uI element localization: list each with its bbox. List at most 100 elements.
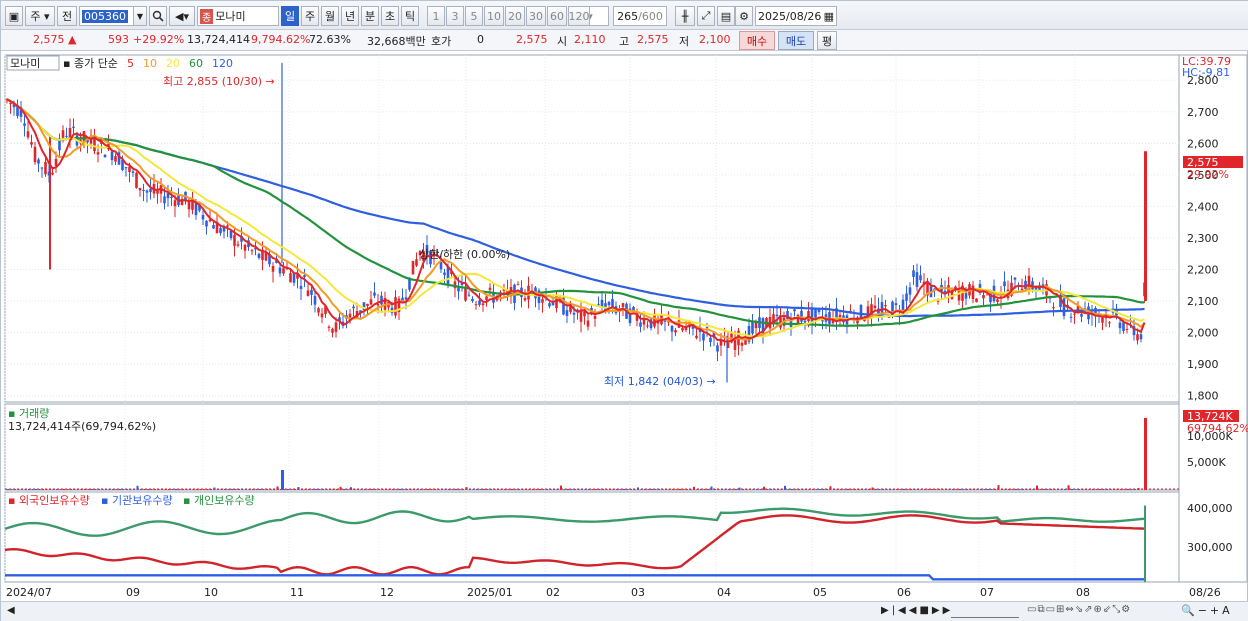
candle-body (912, 270, 915, 277)
y-tick-label: 2,300 (1187, 232, 1219, 245)
candle-body (478, 300, 481, 305)
volume-bar (791, 489, 793, 490)
candle-body (1108, 322, 1111, 324)
x-tick-label: 05 (813, 586, 827, 599)
candle-icon[interactable]: ╫ (675, 6, 695, 26)
candle-body (373, 292, 376, 296)
avg-button[interactable]: 평 (817, 31, 837, 50)
volume-bar (511, 489, 513, 490)
scroll-left-icon[interactable]: ◀ (7, 605, 15, 616)
y-tick-label: 2,100 (1187, 295, 1219, 308)
tab-2[interactable]: 월 (321, 6, 339, 26)
candle-body (1118, 322, 1122, 329)
date-field[interactable]: 2025/08/26 ▦ (755, 6, 837, 26)
candle-body (250, 250, 254, 252)
chart-canvas[interactable]: 2,8002,7002,6002,5002,4002,3002,2002,100… (1, 51, 1248, 604)
prev-button[interactable]: 전 (57, 6, 77, 26)
tab-1[interactable]: 주 (301, 6, 319, 26)
panel-frame-2 (4, 491, 1180, 583)
candle-body (1052, 307, 1055, 309)
interval-120[interactable]: 120 (568, 6, 590, 26)
low-value: 2,100 (699, 33, 731, 46)
candle-body (551, 302, 555, 306)
open-value: 2,110 (574, 33, 606, 46)
volume-bar (1127, 489, 1129, 490)
candle-body (93, 138, 96, 152)
buy-button[interactable]: 매수 (739, 31, 775, 50)
chart-scroll-bar[interactable]: ◀ ▶|◀◀■▶▶ ▭⧉▭⊞⇔⇘⇗⊕⇙⤡⚙ 🔍−+A (1, 601, 1248, 621)
tab-0[interactable]: 일 (281, 6, 299, 26)
interval-10[interactable]: 10 (484, 6, 504, 26)
candle-body (26, 131, 30, 138)
save-icon[interactable]: ▤ (717, 6, 735, 26)
volume-spike-last (1144, 418, 1147, 490)
stock-name-field[interactable]: 종 모나미 (197, 6, 279, 26)
tab-3[interactable]: 년 (341, 6, 359, 26)
interval-5[interactable]: 5 (465, 6, 483, 26)
code-dropdown-arrow[interactable]: ▼ (133, 6, 147, 26)
volume-bar (819, 489, 821, 490)
volume-bar (399, 489, 401, 490)
candle-body (369, 299, 373, 305)
playback-controls[interactable]: ▶|◀◀■▶▶ (881, 605, 953, 616)
candle-body (1101, 317, 1104, 323)
up-arrow-icon: ▲ (68, 33, 77, 46)
candle-body (236, 244, 240, 246)
stock-name-text: 모나미 (215, 10, 246, 23)
low-label: 저 (679, 35, 690, 48)
calendar-icon: ▦ (823, 9, 834, 23)
volume-bar (287, 489, 289, 490)
stock-code-input[interactable]: 005360 (79, 6, 135, 26)
gear-icon[interactable]: ⚙ (735, 6, 753, 26)
interval-60[interactable]: 60 (547, 6, 567, 26)
volume-bar (455, 489, 457, 490)
ma-legend-5: 5 (127, 57, 134, 70)
zoom-controls[interactable]: 🔍−+A (1181, 604, 1233, 617)
volume-bar (339, 486, 342, 490)
interval-3[interactable]: 3 (446, 6, 464, 26)
turnover-value: 72.63% (309, 33, 351, 46)
volume-bar (297, 486, 300, 490)
candle-body (54, 158, 58, 166)
candle-body (233, 234, 236, 246)
candle-body (331, 328, 334, 333)
zoom-slider[interactable] (951, 604, 1019, 618)
tab-4[interactable]: 분 (361, 6, 379, 26)
volume-bar (63, 489, 65, 490)
count-field[interactable]: 265/600 (613, 6, 667, 26)
interval-1[interactable]: 1 (427, 6, 445, 26)
candle-body (23, 123, 26, 126)
search-icon[interactable] (149, 6, 167, 26)
candle-body (376, 303, 380, 306)
period-dropdown[interactable]: 주 ▾ (25, 6, 55, 26)
candle-body (957, 290, 961, 301)
volume-bar (651, 489, 653, 490)
candle-body (593, 315, 597, 319)
change-value: 593 (108, 33, 129, 46)
main-toolbar: ▣ 주 ▾ 전 005360 ▼ ◀▾ 종 모나미 ▾ 265/600 ╫ ⤢ … (1, 1, 1248, 30)
candle-body (1003, 281, 1006, 287)
stock-chart-window: ▣ 주 ▾ 전 005360 ▼ ◀▾ 종 모나미 ▾ 265/600 ╫ ⤢ … (0, 0, 1248, 621)
candle-body (607, 301, 611, 306)
interval-30[interactable]: 30 (526, 6, 546, 26)
pct-tag: 29.92% (1187, 168, 1229, 181)
candle-body (282, 268, 285, 274)
drawing-tools[interactable]: ▭⧉▭⊞⇔⇘⇗⊕⇙⤡⚙ (1027, 604, 1131, 615)
speaker-icon[interactable]: ◀▾ (169, 6, 195, 26)
candle-body (1080, 314, 1083, 317)
volume-bar (903, 489, 905, 490)
layout-icon[interactable]: ▣ (5, 6, 23, 26)
candle-body (96, 152, 100, 155)
candle-body (733, 339, 737, 350)
tab-5[interactable]: 초 (381, 6, 399, 26)
interval-20[interactable]: 20 (505, 6, 525, 26)
y-tick-label: 2,000 (1187, 327, 1219, 340)
sell-button[interactable]: 매도 (778, 31, 814, 50)
candle-body (971, 285, 975, 299)
candle-body (894, 303, 898, 306)
trend-icon[interactable]: ⤢ (697, 6, 715, 26)
candle-body (303, 275, 306, 278)
tab-6[interactable]: 틱 (401, 6, 419, 26)
candle-body (37, 159, 40, 164)
candle-body (138, 188, 142, 191)
